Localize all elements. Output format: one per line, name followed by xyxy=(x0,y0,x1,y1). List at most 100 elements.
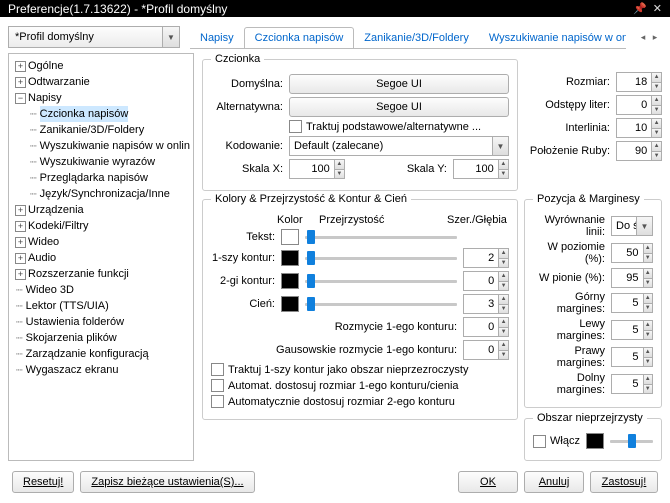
treat-basic-alt-checkbox[interactable]: Traktuj podstawowe/alternatywne ... xyxy=(289,120,481,133)
contour2-transparency-slider[interactable] xyxy=(305,274,457,288)
tree-node[interactable]: +Rozszerzanie funkcji xyxy=(11,266,191,282)
tree-node[interactable]: +Wideo xyxy=(11,234,191,250)
expander-icon[interactable]: + xyxy=(15,61,26,72)
default-font-button[interactable]: Segoe UI xyxy=(289,74,509,94)
tree-node[interactable]: −Napisy xyxy=(11,90,191,106)
tree-node-label: Zarządzanie konfiguracją xyxy=(26,346,149,362)
tree-node-label: Rozszerzanie funkcji xyxy=(28,266,129,282)
vpct-label: W pionie (%): xyxy=(533,272,605,284)
apply-button[interactable]: Zastosuj! xyxy=(590,471,658,493)
tree-node[interactable]: ····Zarządzanie konfiguracją xyxy=(11,346,191,362)
profile-select[interactable]: *Profil domyślny ▼ xyxy=(8,26,180,48)
tree-node[interactable]: +Ogólne xyxy=(11,58,191,74)
reset-button[interactable]: Resetuj! xyxy=(12,471,74,493)
hpct-spinner[interactable]: ▲▼ xyxy=(611,243,653,263)
alt-font-label: Alternatywna: xyxy=(211,101,283,113)
vpct-spinner[interactable]: ▲▼ xyxy=(611,268,653,288)
tree-node[interactable]: ····Ustawienia folderów xyxy=(11,314,191,330)
tree-node[interactable]: ····Język/Synchronizacja/Inne xyxy=(11,186,191,202)
top-margin-spinner[interactable]: ▲▼ xyxy=(611,293,653,313)
scalex-spinner[interactable]: ▲▼ xyxy=(289,159,345,179)
alt-font-button[interactable]: Segoe UI xyxy=(289,97,509,117)
expander-icon[interactable]: + xyxy=(15,269,26,280)
tree-node[interactable]: ····Czcionka napisów xyxy=(11,106,191,122)
gauss-blur-spinner[interactable]: ▲▼ xyxy=(463,340,509,360)
tab-scroll-right-icon[interactable]: ▸ xyxy=(650,32,660,42)
bottom-margin-spinner[interactable]: ▲▼ xyxy=(611,374,653,394)
expander-icon[interactable]: + xyxy=(15,221,26,232)
tree-node[interactable]: +Kodeki/Filtry xyxy=(11,218,191,234)
colors-group: Kolory & Przejrzystość & Kontur & Cień K… xyxy=(202,193,518,420)
shadow-color-swatch[interactable] xyxy=(281,296,299,312)
treat-basic-alt-label: Traktuj podstawowe/alternatywne ... xyxy=(306,121,481,133)
letter-spacing-spinner[interactable]: ▲▼ xyxy=(616,95,662,115)
tree-node-label: Wideo xyxy=(28,234,59,250)
contour2-width-spinner[interactable]: ▲▼ xyxy=(463,271,509,291)
default-font-label: Domyślna: xyxy=(211,78,283,90)
chevron-down-icon[interactable]: ▼ xyxy=(162,27,180,47)
contour1-width-spinner[interactable]: ▲▼ xyxy=(463,248,509,268)
checkbox-icon xyxy=(289,120,302,133)
close-icon[interactable]: ✕ xyxy=(653,2,662,15)
tree-node[interactable]: ····Zanikanie/3D/Foldery xyxy=(11,122,191,138)
tab-wyszukiwanie[interactable]: Wyszukiwanie napisów w onli xyxy=(479,28,626,48)
auto-adjust-contour1-checkbox[interactable]: Automat. dostosuj rozmiar 1-ego konturu/… xyxy=(211,379,509,392)
tab-scroll-left-icon[interactable]: ◂ xyxy=(638,32,648,42)
opaque-enable-checkbox[interactable]: Włącz xyxy=(533,435,580,448)
scaley-spinner[interactable]: ▲▼ xyxy=(453,159,509,179)
tab-zanikanie[interactable]: Zanikanie/3D/Foldery xyxy=(354,28,479,48)
contour2-color-swatch[interactable] xyxy=(281,273,299,289)
opaque-slider[interactable] xyxy=(610,434,653,448)
text-color-swatch[interactable] xyxy=(281,229,299,245)
opaque-color-swatch[interactable] xyxy=(586,433,604,449)
save-settings-button[interactable]: Zapisz bieżące ustawienia(S)... xyxy=(80,471,254,493)
tree-node-label: Urządzenia xyxy=(28,202,84,218)
tree-node[interactable]: ····Wyszukiwanie wyrazów xyxy=(11,154,191,170)
header-color: Kolor xyxy=(277,214,307,226)
tree-node[interactable]: ····Wyszukiwanie napisów w onlin xyxy=(11,138,191,154)
tree-node[interactable]: ····Lektor (TTS/UIA) xyxy=(11,298,191,314)
text-transparency-slider[interactable] xyxy=(305,230,457,244)
align-select[interactable]: Do śr▼ xyxy=(611,216,653,236)
tab-czcionka-napisow[interactable]: Czcionka napisów xyxy=(244,27,355,49)
opaque-area-legend: Obszar nieprzejrzysty xyxy=(533,412,647,424)
tree-dots-icon: ···· xyxy=(15,298,22,314)
cancel-button[interactable]: Anuluj xyxy=(524,471,584,493)
shadow-depth-spinner[interactable]: ▲▼ xyxy=(463,294,509,314)
tree-node[interactable]: ····Skojarzenia plików xyxy=(11,330,191,346)
tree-node[interactable]: +Odtwarzanie xyxy=(11,74,191,90)
tree-dots-icon: ···· xyxy=(29,154,36,170)
expander-icon[interactable]: + xyxy=(15,237,26,248)
tree-node[interactable]: +Audio xyxy=(11,250,191,266)
scalex-input[interactable] xyxy=(290,160,334,178)
tab-napisy[interactable]: Napisy xyxy=(190,28,244,48)
text-color-label: Tekst: xyxy=(211,231,275,243)
tree-node[interactable]: ····Przeglądarka napisów xyxy=(11,170,191,186)
blur1-spinner[interactable]: ▲▼ xyxy=(463,317,509,337)
shadow-transparency-slider[interactable] xyxy=(305,297,457,311)
scaley-input[interactable] xyxy=(454,160,498,178)
interline-spinner[interactable]: ▲▼ xyxy=(616,118,662,138)
size-spinner[interactable]: ▲▼ xyxy=(616,72,662,92)
right-margin-spinner[interactable]: ▲▼ xyxy=(611,347,653,367)
contour1-transparency-slider[interactable] xyxy=(305,251,457,265)
expander-icon[interactable]: + xyxy=(15,205,26,216)
auto-adjust-contour2-checkbox[interactable]: Automatycznie dostosuj rozmiar 2-ego kon… xyxy=(211,395,509,408)
expander-icon[interactable]: + xyxy=(15,253,26,264)
tree-node[interactable]: +Urządzenia xyxy=(11,202,191,218)
tree-node[interactable]: ····Wygaszacz ekranu xyxy=(11,362,191,378)
tree-node-label: Wyszukiwanie napisów w onlin xyxy=(40,138,190,154)
ok-button[interactable]: OK xyxy=(458,471,518,493)
treat-contour1-opaque-checkbox[interactable]: Traktuj 1-szy kontur jako obszar nieprze… xyxy=(211,363,509,376)
expander-icon[interactable]: + xyxy=(15,77,26,88)
tree-node[interactable]: ····Wideo 3D xyxy=(11,282,191,298)
right-margin-label: Prawy margines: xyxy=(533,345,605,369)
tree-dots-icon: ···· xyxy=(15,362,22,378)
pin-icon[interactable]: 📌 xyxy=(633,2,647,15)
contour1-color-swatch[interactable] xyxy=(281,250,299,266)
left-margin-spinner[interactable]: ▲▼ xyxy=(611,320,653,340)
expander-icon[interactable]: − xyxy=(15,93,26,104)
ruby-spinner[interactable]: ▲▼ xyxy=(616,141,662,161)
encoding-select[interactable]: Default (zalecane) ▼ xyxy=(289,136,509,156)
nav-tree[interactable]: +Ogólne+Odtwarzanie−Napisy····Czcionka n… xyxy=(8,53,194,461)
